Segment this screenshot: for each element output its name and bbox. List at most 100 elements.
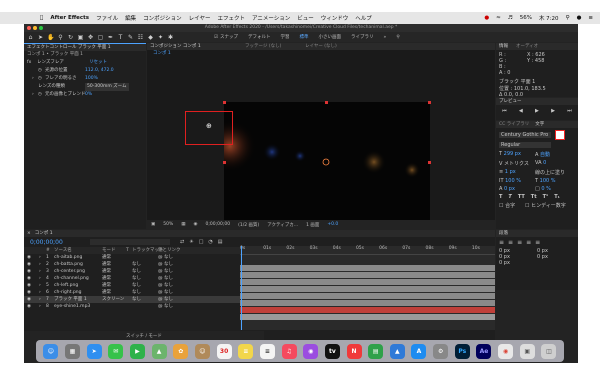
fill-color-swatch[interactable] xyxy=(555,130,565,140)
info-tab[interactable]: 情報 xyxy=(499,43,508,50)
zoom-window-button[interactable] xyxy=(39,26,43,30)
keynote-icon[interactable]: ▲ xyxy=(389,343,405,359)
facetime-icon[interactable]: ▶ xyxy=(129,343,145,359)
hand-tool-icon[interactable]: ✋ xyxy=(47,34,54,41)
rotate-tool-icon[interactable]: ↻ xyxy=(67,34,74,41)
snap-checkbox[interactable]: ☑ xyxy=(214,35,218,40)
workspace-learn[interactable]: 学習 xyxy=(281,34,290,40)
track-matte-select[interactable]: なし xyxy=(132,268,158,275)
menu-layer[interactable]: レイヤー xyxy=(189,14,211,22)
faux-bold-button[interactable]: T xyxy=(499,194,502,200)
parent-select[interactable]: なし xyxy=(164,254,173,261)
transform-handle[interactable] xyxy=(428,161,431,164)
rectangle-tool-icon[interactable]: ▢ xyxy=(97,34,104,41)
menu-animation[interactable]: アニメーション xyxy=(252,14,290,22)
expand-arrow-icon[interactable]: › xyxy=(39,254,46,261)
menu-help[interactable]: ヘルプ xyxy=(355,14,372,22)
prop-value[interactable]: 0% xyxy=(85,91,92,99)
stamp-tool-icon[interactable]: ☷ xyxy=(137,34,144,41)
next-frame-icon[interactable]: ▶ xyxy=(551,108,555,114)
vertical-scale-value[interactable]: 100 % xyxy=(505,178,521,184)
preview-always-icon[interactable]: ▣ xyxy=(151,222,155,227)
timeline-timecode[interactable]: 0;00;00;00 xyxy=(30,239,90,246)
chrome-icon[interactable]: ◉ xyxy=(498,343,514,359)
system-preferences-icon[interactable]: ⚙ xyxy=(433,343,449,359)
expand-arrow-icon[interactable]: › xyxy=(39,261,46,268)
camera-tool-icon[interactable]: ▣ xyxy=(77,34,84,41)
clock[interactable]: 木 7:20 xyxy=(539,14,559,22)
fx-name[interactable]: レンズフレア xyxy=(37,59,89,67)
first-frame-icon[interactable]: ⏮ xyxy=(502,108,507,114)
layer-mode-select[interactable]: 通常 xyxy=(102,254,126,261)
close-tab-icon[interactable]: × xyxy=(27,230,31,237)
shy-icon[interactable]: ☀ xyxy=(189,239,193,245)
subscript-button[interactable]: T₁ xyxy=(554,194,560,200)
track-matte-select[interactable] xyxy=(132,303,158,310)
kerning-value[interactable]: メトリクス xyxy=(504,161,529,167)
preview-tab[interactable]: プレビュー xyxy=(496,98,578,105)
character-tab[interactable]: 文字 xyxy=(535,121,544,128)
messages-icon[interactable]: ✉ xyxy=(108,343,124,359)
menu-view[interactable]: ビュー xyxy=(297,14,314,22)
app-menu[interactable]: After Effects xyxy=(50,15,89,21)
stopwatch-icon[interactable]: ◷ xyxy=(38,75,45,83)
graph-editor-icon[interactable]: ▤ xyxy=(218,239,223,245)
transform-handle[interactable] xyxy=(428,101,431,104)
calendar-icon[interactable]: 30 xyxy=(216,343,232,359)
justify-all-icon[interactable]: ≡ xyxy=(535,239,540,246)
layer-mode-select[interactable]: 通常 xyxy=(102,261,126,268)
parent-select[interactable]: なし xyxy=(164,282,173,289)
layer-duration-bar[interactable] xyxy=(240,265,495,271)
effect-controls-tab[interactable]: エフェクトコントロール ブラック 平面 1 xyxy=(24,43,146,51)
font-family-select[interactable]: Century Gothic Pro xyxy=(499,132,551,138)
expand-arrow-icon[interactable]: › xyxy=(39,268,46,275)
motion-blur-icon[interactable]: ◔ xyxy=(208,239,212,245)
layer-mode-select[interactable] xyxy=(102,303,126,310)
play-icon[interactable]: ▶ xyxy=(535,108,539,114)
layer-name[interactable]: ch-batta.png xyxy=(54,261,102,268)
puppet-tool-icon[interactable]: ✱ xyxy=(167,34,174,41)
layer-name[interactable]: eye-shine1.mp3 xyxy=(54,303,102,310)
workspace-small-screen[interactable]: 小さい画面 xyxy=(319,34,342,40)
lens-type-select[interactable]: 50-300mm ズーム xyxy=(85,83,129,91)
tv-icon[interactable]: tv xyxy=(324,343,340,359)
user-icon[interactable]: ● xyxy=(577,15,582,21)
transform-handle[interactable] xyxy=(223,101,226,104)
track-matte-select[interactable]: なし xyxy=(132,289,158,296)
photoshop-icon[interactable]: Ps xyxy=(454,343,470,359)
stroke-width-value[interactable]: 1 px xyxy=(505,169,516,175)
wifi-icon[interactable]: ≈ xyxy=(496,15,501,21)
menu-window[interactable]: ウィンドウ xyxy=(321,14,349,22)
track-matte-select[interactable]: なし xyxy=(132,296,158,303)
parent-select[interactable]: なし xyxy=(164,289,173,296)
layer-mode-select[interactable]: 通常 xyxy=(102,268,126,275)
expand-arrow-icon[interactable]: › xyxy=(39,275,46,282)
trash-icon[interactable]: ◫ xyxy=(541,343,557,359)
track-matte-select[interactable]: なし xyxy=(132,282,158,289)
podcasts-icon[interactable]: ◉ xyxy=(303,343,319,359)
transform-handle[interactable] xyxy=(223,161,226,164)
finder-icon[interactable]: ☺ xyxy=(43,343,59,359)
close-window-button[interactable] xyxy=(27,26,31,30)
last-frame-icon[interactable]: ⏭ xyxy=(567,108,572,114)
current-time[interactable]: 0;00;00;00 xyxy=(205,222,230,227)
numbers-icon[interactable]: ▤ xyxy=(368,343,384,359)
workspace-libraries[interactable]: ライブラリ xyxy=(351,34,374,40)
prev-frame-icon[interactable]: ◀ xyxy=(519,108,523,114)
hindi-checkbox[interactable]: ☐ xyxy=(525,203,529,209)
preview-icon[interactable]: ▣ xyxy=(519,343,535,359)
transform-handle[interactable] xyxy=(325,101,328,104)
superscript-button[interactable]: T¹ xyxy=(543,194,549,200)
composition-tab[interactable]: コンポジション コンポ 1 xyxy=(150,43,245,50)
baseline-shift-value[interactable]: 0 px xyxy=(504,186,515,192)
small-caps-button[interactable]: Tt xyxy=(531,194,537,200)
prop-value[interactable]: 100% xyxy=(85,75,98,83)
apple-menu[interactable]:  xyxy=(40,15,43,21)
time-ruler[interactable]: 0s 01s 02s 03s 04s 05s 06s 07s 08s 09s 10s xyxy=(240,246,495,255)
all-caps-button[interactable]: TT xyxy=(518,194,525,200)
track-matte-select[interactable] xyxy=(132,254,158,261)
resolution-select[interactable]: (1/2 画質) xyxy=(238,222,259,228)
layer-duration-bar[interactable] xyxy=(240,307,495,313)
comp-viewer[interactable] xyxy=(204,101,431,225)
stroke-option-select[interactable]: 線の上に塗り xyxy=(535,169,565,176)
